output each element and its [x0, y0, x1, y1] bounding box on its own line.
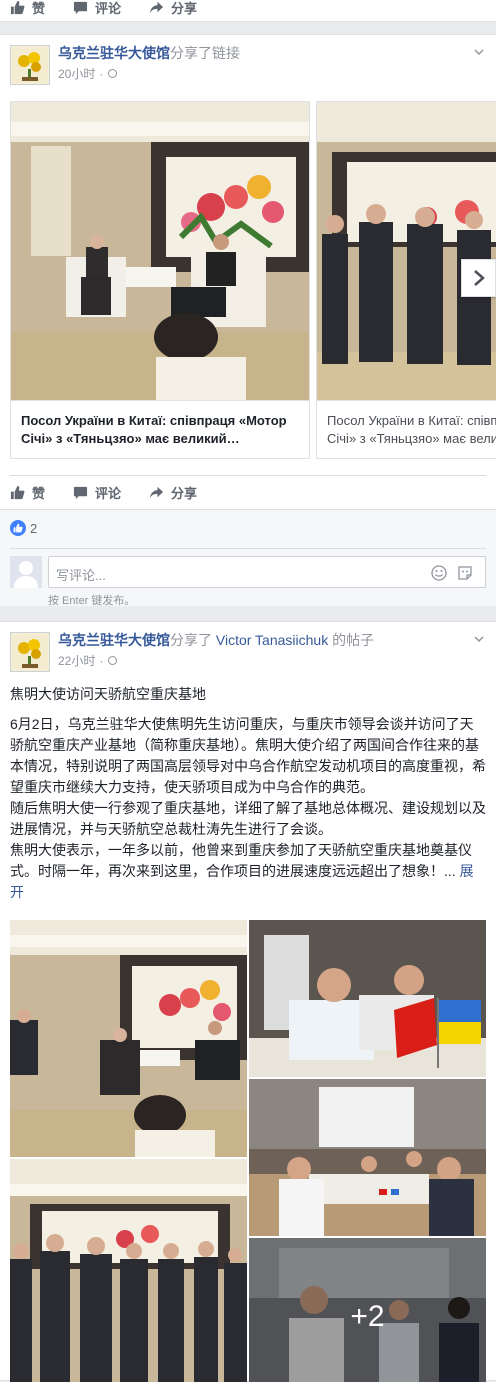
enter-hint: 按 Enter 键发布。: [48, 595, 136, 607]
carousel-item-1[interactable]: Посол України в Китаї: співпраця «Мотор …: [10, 101, 310, 459]
group-photo: [10, 1159, 247, 1382]
shared-suffix: 的帖子: [328, 632, 375, 648]
reaction-summary[interactable]: 2: [10, 520, 37, 536]
like-button[interactable]: 赞: [10, 483, 45, 502]
share-icon: [149, 486, 164, 498]
like-button[interactable]: 赞: [10, 0, 45, 17]
share-icon: [149, 1, 164, 13]
chevron-right-icon: [473, 270, 485, 286]
post-header: 乌克兰驻华大使馆分享了链接 20小时 ·: [0, 35, 496, 91]
comment-label: 评论: [95, 485, 122, 501]
post-card-1: 乌克兰驻华大使馆分享了链接 20小时 · Посол України в Кит…: [0, 34, 496, 607]
comment-button[interactable]: 评论: [73, 483, 121, 502]
commenter-avatar: [10, 556, 42, 588]
emoji-icon[interactable]: [431, 565, 447, 581]
post-time[interactable]: 20小时: [58, 65, 95, 82]
photo-4[interactable]: [249, 1079, 486, 1236]
chevron-down-icon[interactable]: [474, 634, 484, 644]
comment-icon: [73, 486, 88, 499]
like-label: 赞: [32, 0, 46, 16]
post-time[interactable]: 22小时: [58, 652, 95, 669]
conference-photo: [249, 1079, 486, 1236]
divider: [10, 548, 486, 549]
photo-2[interactable]: [10, 1159, 247, 1382]
share-label: 分享: [171, 485, 198, 501]
share-button[interactable]: 分享: [149, 0, 197, 17]
shared-verb: 分享了: [170, 632, 212, 648]
thumbs-up-icon: [10, 485, 25, 499]
sticker-icon[interactable]: [457, 565, 473, 581]
post-card-2: 乌克兰驻华大使馆分享了 Victor Tanasiichuk 的帖子 22小时 …: [0, 621, 496, 1382]
avatar[interactable]: [10, 45, 50, 85]
share-label: 分享: [171, 0, 198, 16]
more-photos-count: +2: [350, 1300, 385, 1333]
post1-actions: 赞 评论 分享: [0, 477, 225, 507]
flowers-logo-icon: [12, 47, 48, 83]
comment-area: 2 写评论... 按 Enter 键发布。: [0, 509, 496, 607]
post-paragraph-3-text: 焦明大使表示，一年多以前，他曾来到重庆参加了天骄航空重庆基地奠基仪式。时隔一年，…: [10, 842, 472, 879]
post-header: 乌克兰驻华大使馆分享了 Victor Tanasiichuk 的帖子 22小时 …: [0, 622, 496, 678]
page-name-link[interactable]: 乌克兰驻华大使馆: [58, 632, 170, 648]
comment-button[interactable]: 评论: [73, 0, 121, 17]
shared-verb: 分享了链接: [170, 45, 240, 61]
time-separator: ·: [99, 653, 104, 668]
post-text: 焦明大使访问天骄航空重庆基地 6月2日，乌克兰驻华大使焦明先生访问重庆，与重庆市…: [10, 684, 486, 903]
link-carousel: Посол України в Китаї: співпраця «Мотор …: [10, 101, 496, 461]
share-button[interactable]: 分享: [149, 483, 197, 502]
post-paragraph-1: 6月2日，乌克兰驻华大使焦明先生访问重庆，与重庆市领导会谈并访问了天骄航空重庆产…: [10, 716, 486, 795]
comment-placeholder: 写评论...: [56, 568, 106, 583]
globe-icon: [108, 656, 118, 665]
like-label: 赞: [32, 485, 46, 501]
meeting-photo: [11, 102, 309, 400]
post-paragraph-2: 随后焦明大使一行参观了重庆基地，详细了解了基地总体概况、建设规划以及进展情况，并…: [10, 800, 486, 837]
photo-5-more[interactable]: +2: [249, 1238, 486, 1382]
post-paragraph-3: 焦明大使表示，一年多以前，他曾来到重庆参加了天骄航空重庆基地奠基仪式。时隔一年，…: [10, 840, 486, 903]
page-name-link[interactable]: 乌克兰驻华大使馆: [58, 45, 170, 61]
comment-icon: [73, 1, 88, 14]
comment-input[interactable]: 写评论...: [48, 556, 486, 588]
meeting-photo: [10, 920, 247, 1157]
photo-3[interactable]: [249, 920, 486, 1077]
like-count: 2: [30, 520, 38, 536]
user-silhouette-icon: [14, 561, 38, 588]
carousel-next-button[interactable]: [461, 259, 496, 297]
avatar[interactable]: [10, 632, 50, 672]
chevron-down-icon[interactable]: [474, 47, 484, 57]
shared-user-link[interactable]: Victor Tanasiichuk: [216, 632, 328, 648]
carousel-title-2[interactable]: Посол України в Китаї: співпраця «Мотор …: [317, 400, 496, 460]
carousel-title-1[interactable]: Посол України в Китаї: співпраця «Мотор …: [11, 400, 309, 460]
group-photo: [317, 102, 496, 400]
thumbs-up-icon: [10, 0, 25, 14]
globe-icon: [108, 69, 118, 78]
meeting-flags-photo: [249, 920, 486, 1077]
time-separator: ·: [99, 66, 104, 81]
ellipsis: ...: [444, 863, 456, 879]
prev-post-actions: 赞 评论 分享: [0, 0, 496, 22]
photo-1[interactable]: [10, 920, 247, 1157]
flowers-logo-icon: [12, 634, 48, 670]
like-reaction-icon: [10, 520, 26, 536]
post-text-title: 焦明大使访问天骄航空重庆基地: [10, 686, 206, 702]
photo-grid: +2: [10, 920, 486, 1382]
divider: [10, 475, 486, 476]
comment-label: 评论: [95, 0, 122, 16]
